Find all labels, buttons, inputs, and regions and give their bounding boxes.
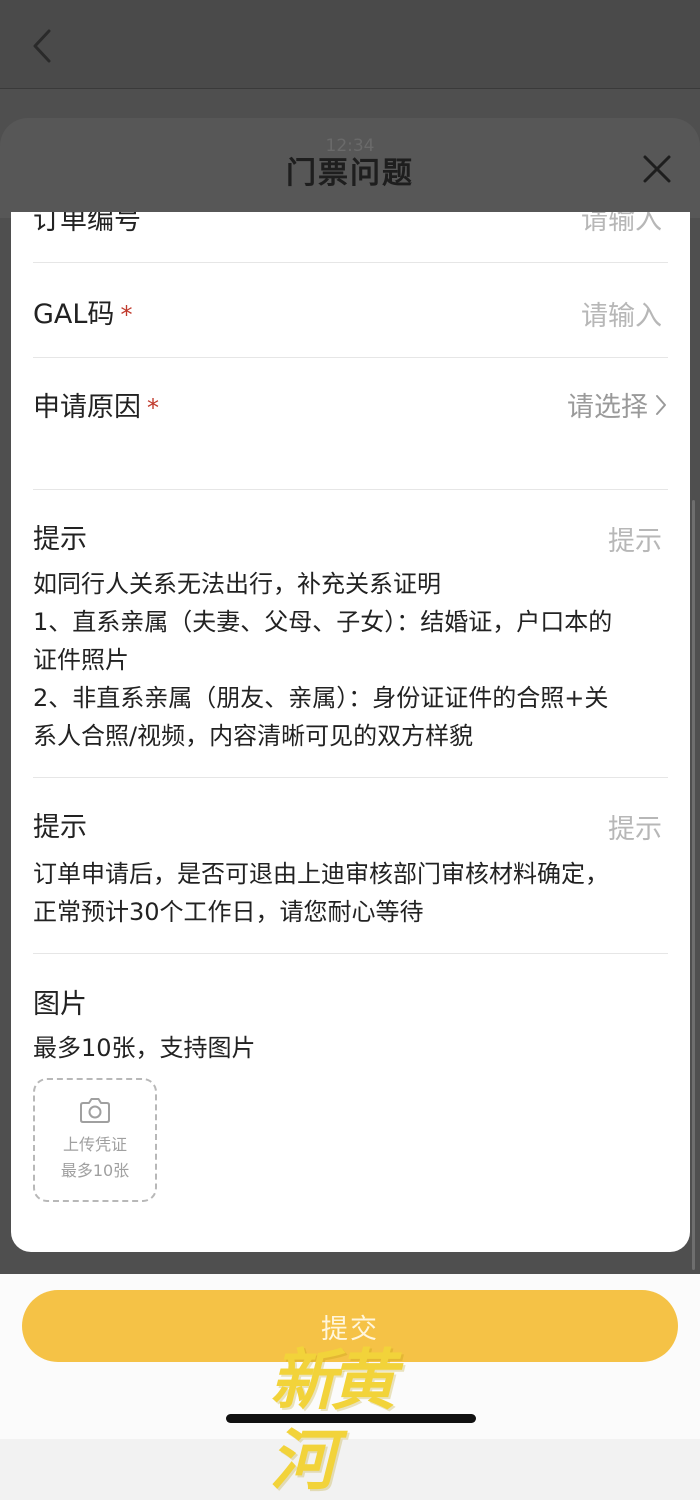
tip-1-line: 1、直系亲属（夫妻、父母、子女）：结婚证，户口本的: [33, 608, 613, 636]
tip-1-text: 如同行人关系无法出行，补充关系证明 1、直系亲属（夫妻、父母、子女）：结婚证，户…: [33, 565, 665, 755]
watermark-logo: 新黄河: [270, 1341, 396, 1499]
close-button[interactable]: [636, 148, 678, 190]
tip-1-label: 提示: [33, 524, 87, 555]
apply-reason-label-text: 申请原因: [33, 392, 141, 423]
order-number-label: 订单编号: [33, 212, 141, 236]
tip-2-line: 订单申请后，是否可退由上迪审核部门审核材料确定，: [33, 860, 609, 888]
required-mark: *: [120, 301, 133, 329]
tip-1-line: 证件照片: [33, 646, 129, 674]
scrollbar[interactable]: [692, 500, 695, 1270]
chevron-left-icon: [33, 29, 51, 63]
gal-code-row[interactable]: GAL码 * 请输入: [33, 264, 668, 358]
images-label: 图片: [33, 989, 87, 1020]
apply-reason-label: 申请原因 *: [33, 385, 159, 424]
tip-2-label: 提示: [33, 812, 87, 843]
tip-1-line: 2、非直系亲属（朋友、亲属）：身份证证件的合照+关: [33, 684, 609, 712]
gal-code-input[interactable]: 请输入: [581, 294, 662, 333]
order-number-input[interactable]: 请输入: [581, 212, 662, 237]
upload-button[interactable]: 上传凭证 最多10张: [33, 1078, 157, 1202]
upload-text-line1: 上传凭证: [62, 1135, 127, 1154]
tip-1-right: 提示: [608, 526, 662, 557]
tip-section-2: 提示 提示 订单申请后，是否可退由上迪审核部门审核材料确定， 正常预计30个工作…: [33, 779, 668, 954]
tip-1-line: 如同行人关系无法出行，补充关系证明: [33, 570, 441, 598]
top-nav-bar: [0, 0, 700, 89]
chevron-right-icon: [656, 394, 666, 415]
back-button[interactable]: [22, 26, 62, 66]
upload-text-line2: 最多10张: [60, 1161, 130, 1180]
tip-section-1: 提示 提示 如同行人关系无法出行，补充关系证明 1、直系亲属（夫妻、父母、子女）…: [33, 491, 668, 778]
apply-reason-select[interactable]: 请选择: [567, 385, 668, 424]
gal-code-label-text: GAL码: [33, 299, 115, 330]
tip-1-line: 系人合照/视频，内容清晰可见的双方样貌: [33, 722, 474, 750]
camera-icon: [80, 1098, 110, 1123]
home-indicator: [226, 1414, 476, 1423]
tip-2-right: 提示: [608, 814, 662, 845]
close-icon: [643, 155, 671, 183]
sheet-title: 门票问题: [286, 156, 414, 191]
tip-2-text: 订单申请后，是否可退由上迪审核部门审核材料确定， 正常预计30个工作日，请您耐心…: [33, 855, 665, 931]
form-card: 订单编号 请输入 GAL码 * 请输入 申请原因 * 请选择 提示 提示 如同行人关…: [11, 212, 690, 1252]
required-mark: *: [147, 394, 159, 422]
gal-code-label: GAL码 *: [33, 292, 132, 331]
apply-reason-row[interactable]: 申请原因 * 请选择: [33, 359, 668, 490]
order-number-row[interactable]: 订单编号 请输入: [33, 212, 668, 263]
apply-reason-value: 请选择: [567, 392, 648, 423]
images-hint: 最多10张，支持图片: [33, 1034, 256, 1062]
tip-2-line: 正常预计30个工作日，请您耐心等待: [33, 898, 424, 926]
